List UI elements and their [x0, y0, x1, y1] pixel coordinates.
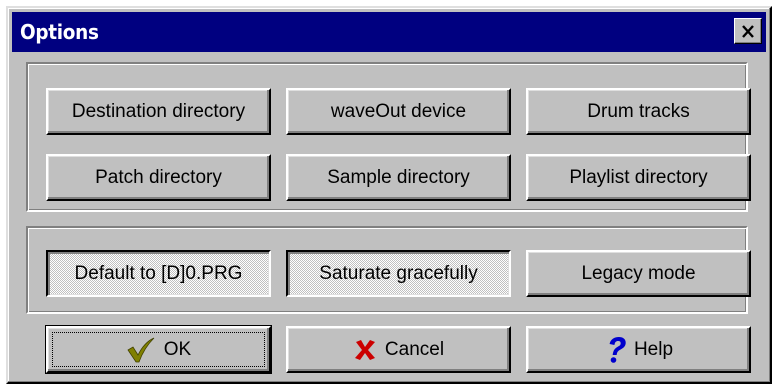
patch-directory-button[interactable]: Patch directory: [46, 154, 271, 201]
help-label: Help: [633, 338, 674, 360]
ok-button[interactable]: OK: [45, 325, 272, 374]
close-button[interactable]: [734, 18, 762, 44]
checkmark-icon: [126, 337, 156, 363]
saturate-gracefully-toggle[interactable]: Saturate gracefully: [286, 250, 511, 297]
window-title: Options: [20, 20, 99, 44]
x-icon: [353, 338, 377, 362]
question-mark-icon: [604, 336, 626, 364]
waveout-device-button[interactable]: waveOut device: [286, 88, 511, 135]
patch-directory-label: Patch directory: [95, 166, 222, 188]
close-icon: [742, 24, 754, 38]
ok-label: OK: [163, 338, 192, 360]
focus-rectangle: [52, 332, 265, 367]
saturate-gracefully-label: Saturate gracefully: [319, 262, 478, 284]
default-to-prg-label: Default to [D]0.PRG: [74, 262, 243, 284]
drum-tracks-button[interactable]: Drum tracks: [526, 88, 751, 135]
playlist-directory-label: Playlist directory: [569, 166, 708, 188]
playlist-directory-button[interactable]: Playlist directory: [526, 154, 751, 201]
cancel-label: Cancel: [384, 338, 445, 360]
legacy-mode-label: Legacy mode: [581, 262, 696, 284]
help-button[interactable]: Help: [526, 326, 751, 373]
destination-directory-label: Destination directory: [71, 100, 246, 122]
destination-directory-button[interactable]: Destination directory: [46, 88, 271, 135]
cancel-button[interactable]: Cancel: [286, 326, 511, 373]
waveout-device-label: waveOut device: [330, 100, 467, 122]
default-to-prg-toggle[interactable]: Default to [D]0.PRG: [46, 250, 271, 297]
drum-tracks-label: Drum tracks: [587, 100, 690, 122]
title-bar[interactable]: Options: [12, 12, 766, 52]
sample-directory-button[interactable]: Sample directory: [286, 154, 511, 201]
legacy-mode-toggle[interactable]: Legacy mode: [526, 250, 751, 297]
sample-directory-label: Sample directory: [327, 166, 470, 188]
options-dialog: Options Destination directory waveOut de…: [6, 6, 772, 384]
